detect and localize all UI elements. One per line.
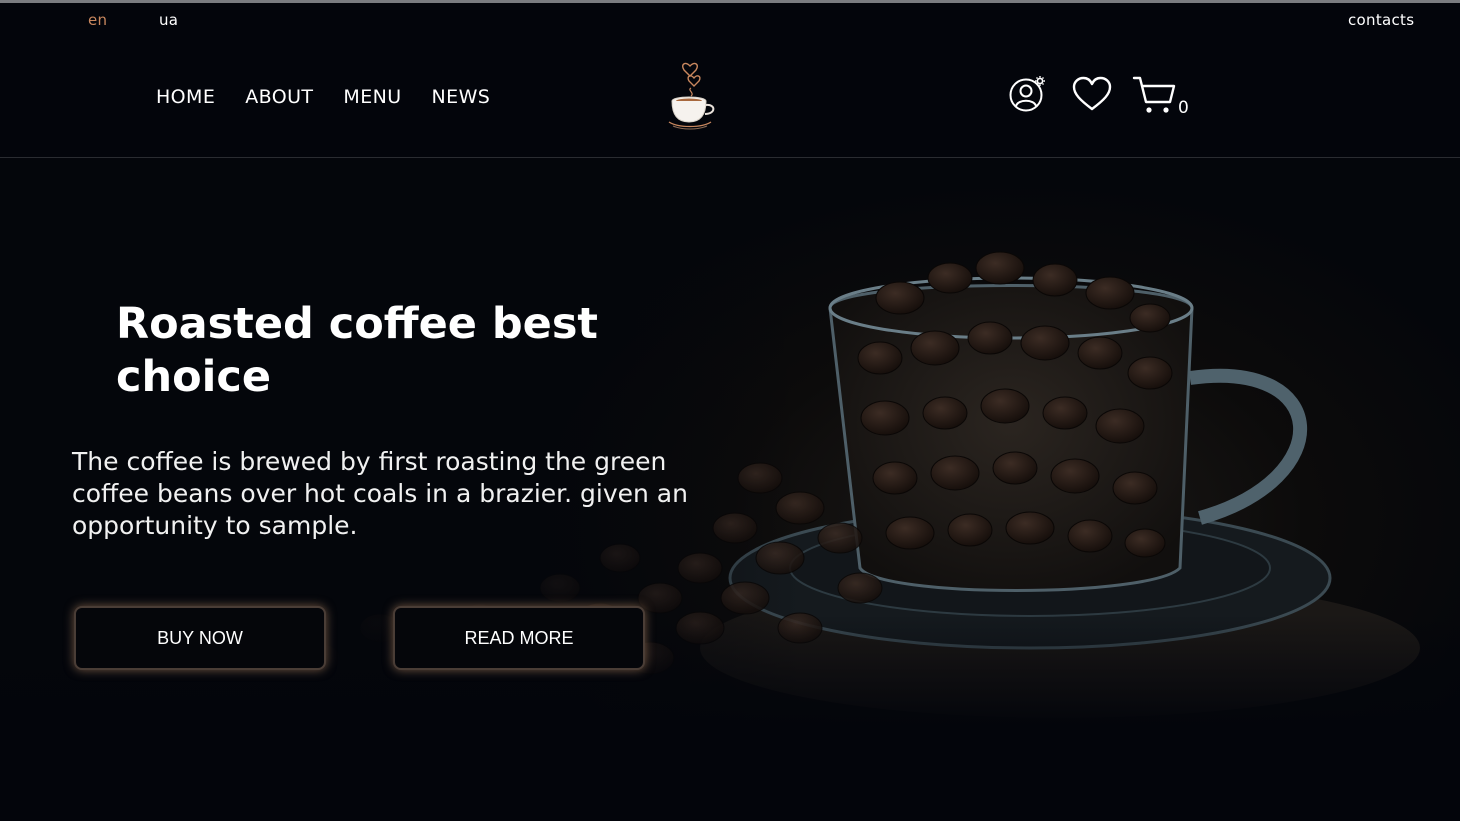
language-en-link[interactable]: en — [88, 11, 107, 29]
cart-count-badge: 0 — [1178, 98, 1189, 118]
hero-description: The coffee is brewed by first roasting t… — [72, 447, 688, 540]
top-border — [0, 0, 1460, 3]
main-nav: HOME ABOUT MENU NEWS — [156, 86, 490, 108]
language-ua-link[interactable]: ua — [159, 11, 178, 29]
user-settings-icon[interactable] — [1008, 74, 1048, 114]
cart-icon[interactable] — [1132, 74, 1178, 118]
coffee-cup-logo[interactable] — [664, 60, 722, 132]
nav-news[interactable]: NEWS — [432, 86, 491, 108]
nav-home[interactable]: HOME — [156, 86, 215, 108]
hero-title: Roasted coffee best choice — [116, 299, 598, 402]
nav-about[interactable]: ABOUT — [245, 86, 313, 108]
heart-icon[interactable] — [1072, 76, 1112, 112]
nav-menu[interactable]: MENU — [343, 86, 401, 108]
read-more-button[interactable]: READ MORE — [393, 606, 645, 670]
buy-now-button[interactable]: BUY NOW — [74, 606, 326, 670]
page: en ua contacts HOME ABOUT MENU NEWS 0 Ro… — [0, 0, 1460, 821]
contacts-link[interactable]: contacts — [1348, 11, 1414, 29]
